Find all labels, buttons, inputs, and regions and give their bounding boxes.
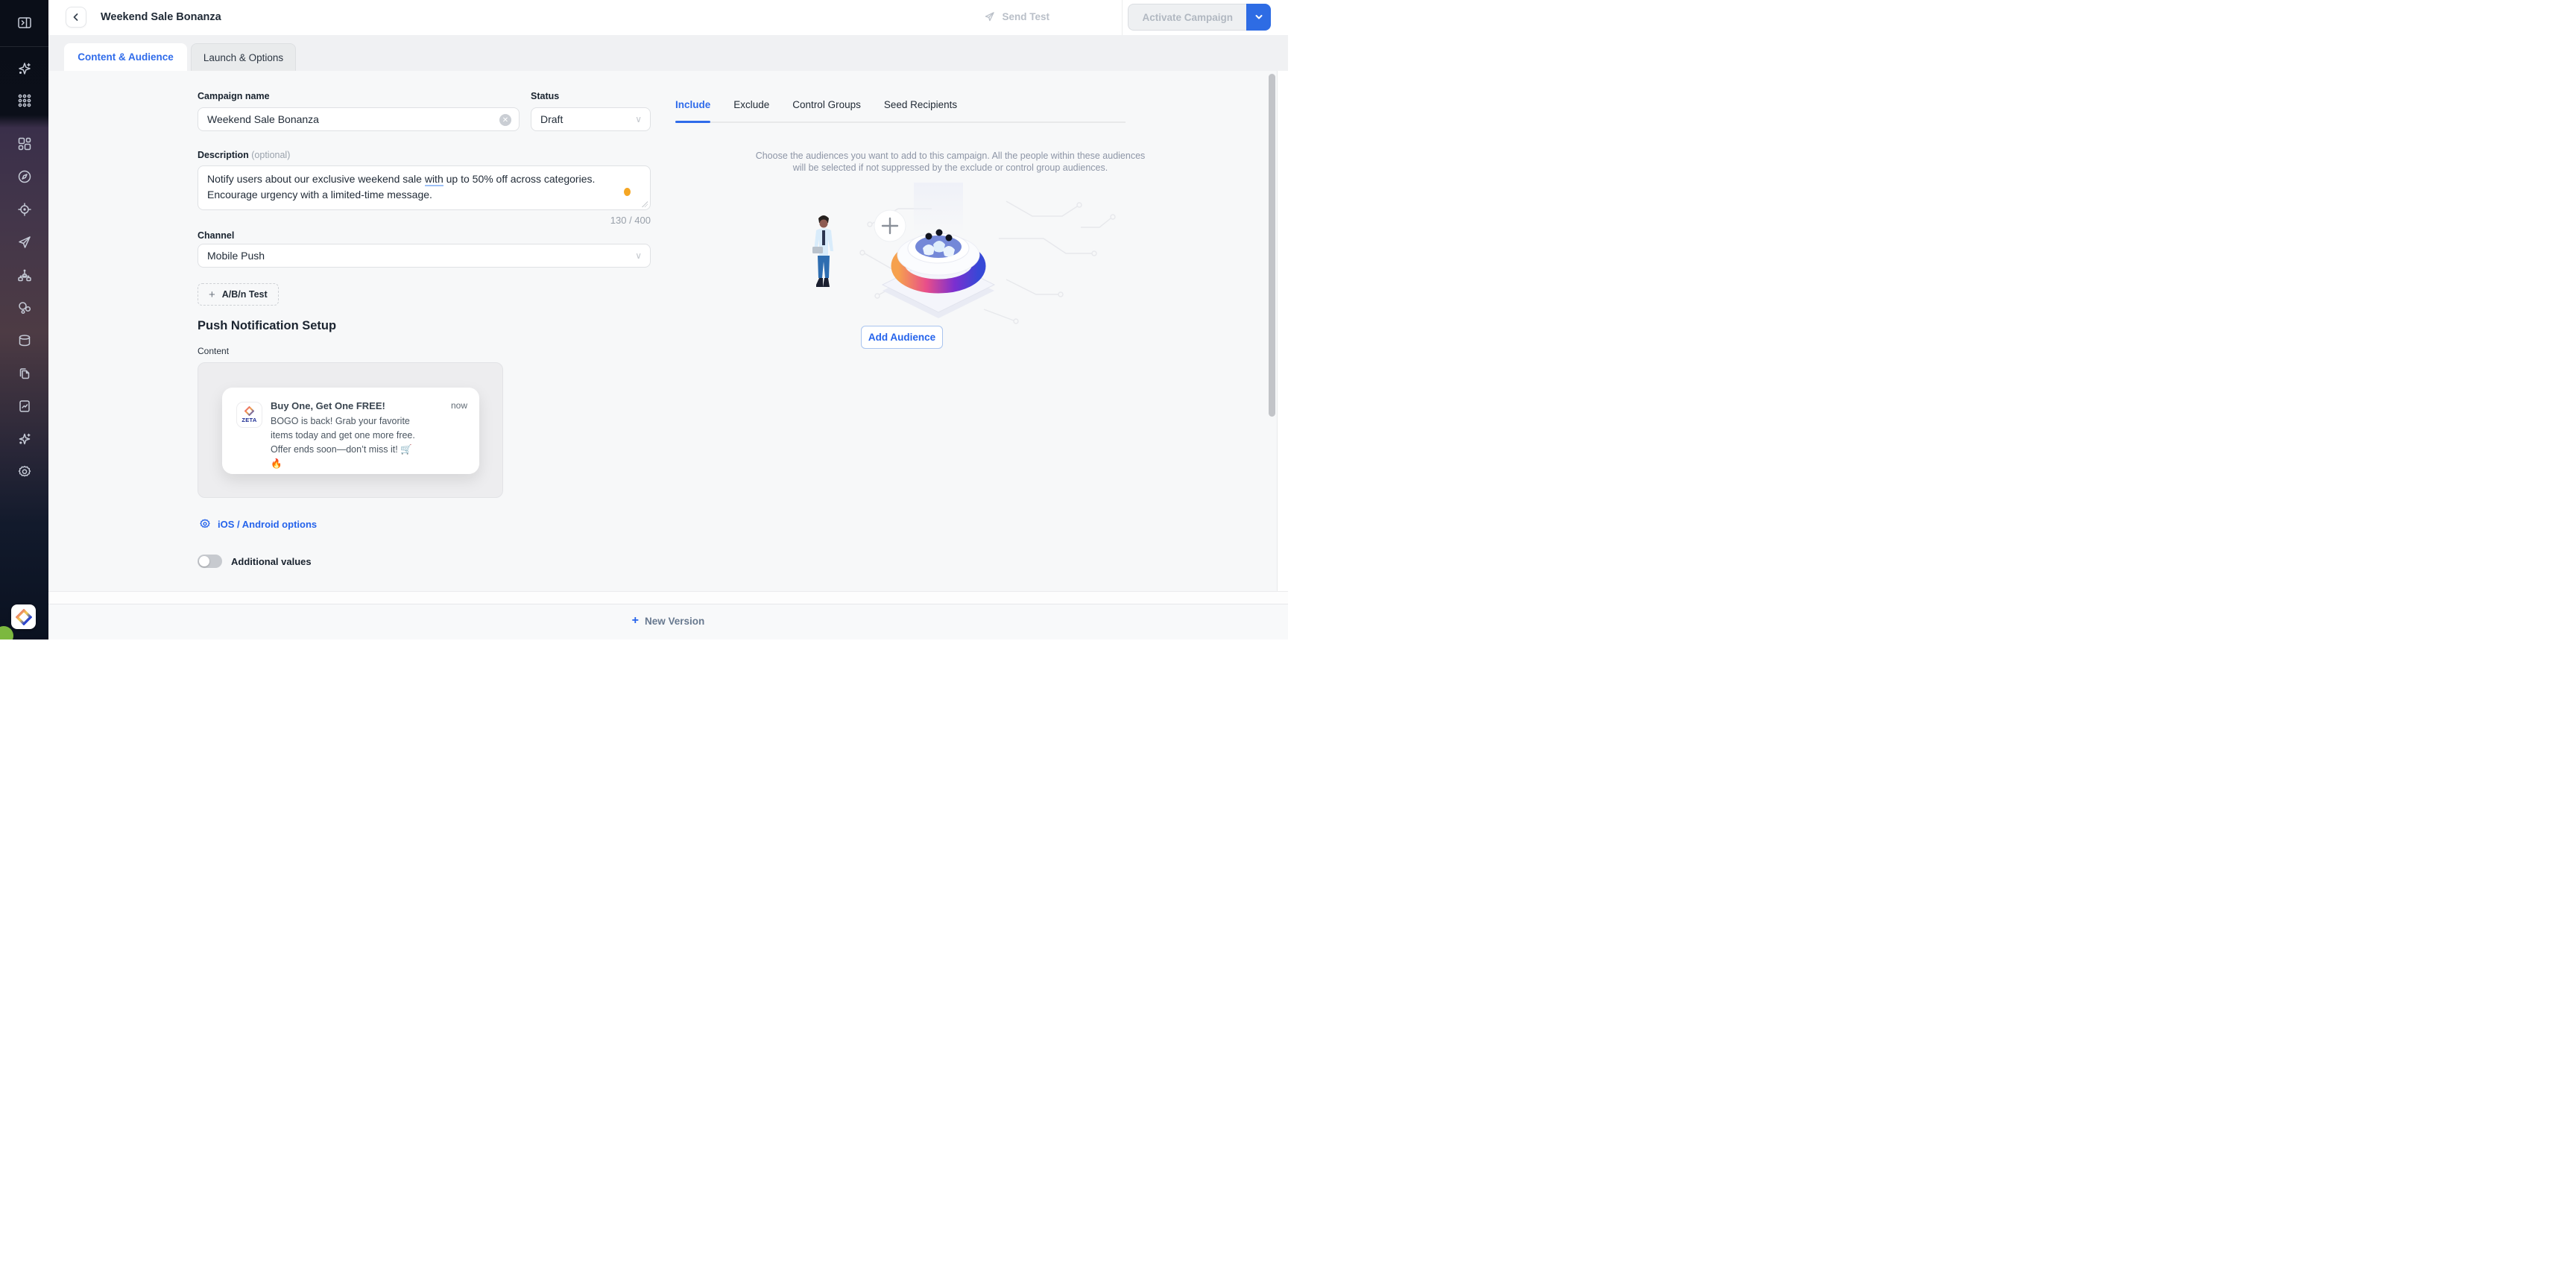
channel-select[interactable]: Mobile Push ∨ bbox=[198, 244, 651, 268]
activate-dropdown-button[interactable] bbox=[1246, 4, 1271, 31]
activate-campaign-split-button: Activate Campaign bbox=[1128, 4, 1271, 31]
audience-tabs: Include Exclude Control Groups Seed Reci… bbox=[675, 99, 957, 120]
chevron-down-icon: ∨ bbox=[635, 114, 642, 124]
sidebar-divider bbox=[0, 46, 48, 47]
send-test-button[interactable]: Send Test bbox=[983, 10, 1049, 23]
chevron-left-icon bbox=[72, 13, 80, 22]
zeta-app-icon: ZETA bbox=[236, 402, 262, 428]
segments-bubbles-icon[interactable] bbox=[16, 300, 32, 315]
audience-tab-control-groups[interactable]: Control Groups bbox=[792, 99, 861, 120]
audience-tab-exclude[interactable]: Exclude bbox=[733, 99, 769, 120]
vertical-scrollbar[interactable] bbox=[1269, 74, 1275, 417]
abn-test-label: A/B/n Test bbox=[222, 289, 268, 300]
reports-document-icon[interactable] bbox=[16, 398, 32, 414]
explore-compass-icon[interactable] bbox=[16, 168, 32, 184]
zeta-app-name: ZETA bbox=[242, 417, 256, 423]
audience-tabs-track bbox=[675, 121, 1126, 123]
campaigns-send-icon[interactable] bbox=[16, 234, 32, 250]
apps-grid-icon[interactable] bbox=[16, 92, 32, 108]
description-text-marked: with bbox=[425, 173, 443, 186]
journeys-sitemap-icon[interactable] bbox=[16, 267, 32, 282]
additional-values-label: Additional values bbox=[231, 556, 312, 567]
grammar-indicator-dot[interactable] bbox=[624, 188, 631, 196]
content-bottom-strip bbox=[48, 591, 1288, 604]
audience-empty-state-illustration bbox=[760, 183, 1133, 324]
light-beam bbox=[914, 183, 963, 235]
templates-copy-icon[interactable] bbox=[16, 365, 32, 381]
audience-tab-include[interactable]: Include bbox=[675, 99, 710, 120]
settings-gear-icon[interactable] bbox=[16, 464, 32, 479]
notification-preview-card[interactable]: ZETA Buy One, Get One FREE! now BOGO is … bbox=[222, 388, 479, 474]
gear-icon bbox=[199, 518, 211, 530]
goals-target-icon[interactable] bbox=[16, 201, 32, 217]
person-illustration bbox=[812, 215, 833, 287]
green-corner-decoration bbox=[0, 626, 13, 640]
ios-android-options-label: iOS / Android options bbox=[218, 519, 317, 530]
plus-icon: + bbox=[209, 288, 215, 301]
notification-time: now bbox=[451, 400, 467, 411]
chevron-down-icon: ∨ bbox=[635, 250, 642, 261]
campaign-editor-window: Weekend Sale Bonanza Send Test Activate … bbox=[0, 0, 1288, 640]
plus-icon: + bbox=[632, 615, 639, 627]
status-select[interactable]: Draft ∨ bbox=[531, 107, 651, 131]
description-text-before: Notify users about our exclusive weekend… bbox=[207, 173, 425, 185]
main-tab-strip: Content & Audience Launch & Options bbox=[48, 35, 1288, 71]
page-title: Weekend Sale Bonanza bbox=[101, 11, 221, 23]
content-label: Content bbox=[198, 346, 229, 356]
toggle-knob bbox=[199, 556, 209, 566]
ai-sparkles-icon[interactable] bbox=[16, 60, 32, 76]
description-textarea[interactable]: Notify users about our exclusive weekend… bbox=[198, 165, 651, 210]
channel-label: Channel bbox=[198, 230, 234, 241]
notification-body: BOGO is back! Grab your favorite items t… bbox=[271, 414, 420, 471]
dashboard-blocks-icon[interactable] bbox=[16, 136, 32, 151]
send-plane-icon bbox=[983, 10, 996, 23]
add-audience-button[interactable]: Add Audience bbox=[861, 326, 943, 349]
campaign-name-input[interactable] bbox=[207, 113, 493, 125]
back-button[interactable] bbox=[66, 7, 86, 28]
audience-tab-seed-recipients[interactable]: Seed Recipients bbox=[884, 99, 957, 120]
header-divider bbox=[1122, 0, 1123, 35]
top-header: Weekend Sale Bonanza Send Test Activate … bbox=[48, 0, 1288, 35]
campaign-name-label: Campaign name bbox=[198, 91, 270, 101]
send-test-label: Send Test bbox=[1002, 11, 1049, 22]
abn-test-button[interactable]: + A/B/n Test bbox=[198, 283, 279, 306]
plus-circle-icon[interactable] bbox=[874, 210, 906, 241]
push-setup-heading: Push Notification Setup bbox=[198, 319, 336, 333]
tab-launch-options[interactable]: Launch & Options bbox=[191, 43, 296, 71]
status-value: Draft bbox=[540, 113, 563, 125]
additional-values-toggle[interactable] bbox=[198, 555, 222, 568]
sidebar bbox=[0, 0, 48, 640]
version-footer: + New Version bbox=[48, 604, 1288, 640]
clear-circle-icon[interactable]: ✕ bbox=[499, 114, 511, 126]
activate-campaign-button[interactable]: Activate Campaign bbox=[1128, 4, 1246, 31]
audience-description: Choose the audiences you want to add to … bbox=[753, 151, 1148, 174]
notification-title: Buy One, Get One FREE! bbox=[271, 400, 385, 411]
audience-active-tab-underline bbox=[675, 121, 710, 123]
ios-android-options-link[interactable]: iOS / Android options bbox=[199, 518, 317, 530]
assistant-sparkles-icon[interactable] bbox=[16, 431, 32, 446]
description-optional: (optional) bbox=[251, 150, 290, 160]
push-preview-panel: ZETA Buy One, Get One FREE! now BOGO is … bbox=[198, 362, 503, 498]
new-version-button[interactable]: + New Version bbox=[632, 615, 705, 627]
audience-podium bbox=[883, 230, 994, 319]
new-version-label: New Version bbox=[645, 616, 704, 627]
campaign-name-input-wrap: ✕ bbox=[198, 107, 520, 131]
tab-content-audience[interactable]: Content & Audience bbox=[64, 43, 187, 71]
channel-value: Mobile Push bbox=[207, 250, 265, 262]
chevron-down-icon bbox=[1254, 13, 1263, 22]
char-counter: 130 / 400 bbox=[198, 215, 651, 226]
description-label: Description (optional) bbox=[198, 150, 290, 160]
additional-values-row: Additional values bbox=[198, 555, 312, 568]
data-cylinder-icon[interactable] bbox=[16, 332, 32, 348]
status-label: Status bbox=[531, 91, 559, 101]
zeta-logo[interactable] bbox=[11, 604, 36, 629]
resize-handle[interactable] bbox=[642, 201, 648, 207]
content-area: Campaign name ✕ Status Draft ∨ Descripti… bbox=[48, 71, 1278, 591]
panel-toggle-icon[interactable] bbox=[16, 14, 32, 30]
